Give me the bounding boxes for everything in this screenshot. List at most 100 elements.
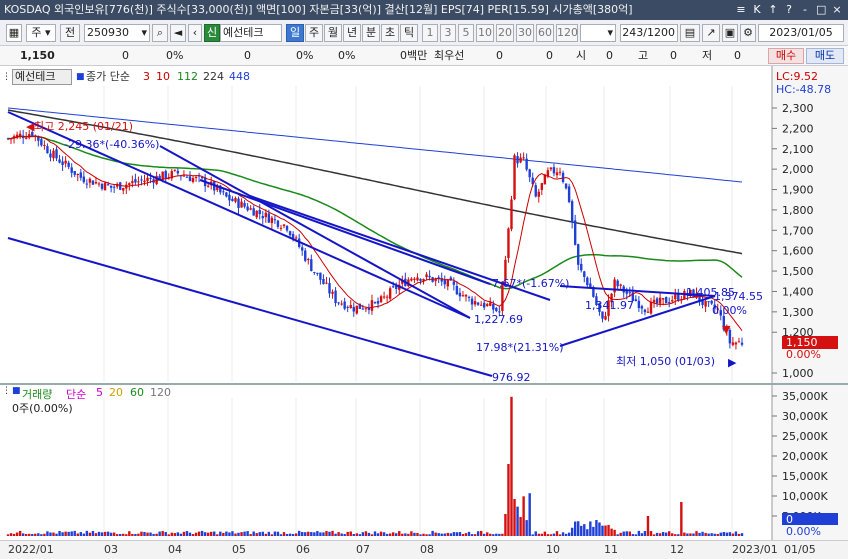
candle-body [307, 259, 310, 261]
volume-bar [252, 531, 255, 536]
volume-bar [498, 533, 501, 536]
candle-body [85, 183, 89, 185]
volume-bar [628, 531, 631, 536]
volume-bar [549, 534, 553, 536]
candle-body [376, 301, 380, 304]
candle-body [49, 153, 52, 158]
volume-bar [185, 531, 189, 536]
volume-bar [446, 532, 449, 536]
volume-bar [261, 531, 264, 536]
volume-bar [370, 534, 374, 536]
price-tick-label: 1,500 [782, 265, 814, 278]
volume-bar [188, 532, 192, 536]
candle-body [316, 272, 319, 274]
volume-bar [264, 533, 268, 536]
volume-bar [489, 533, 492, 536]
volume-bar [674, 534, 677, 536]
volume-bar [355, 533, 359, 536]
candle-body [634, 299, 638, 302]
candle-body [43, 145, 46, 147]
volume-bar [728, 532, 732, 536]
candle-body [325, 282, 328, 284]
candle-body [94, 182, 98, 184]
volume-bar [740, 533, 744, 536]
volume-bar [109, 532, 113, 536]
candle-body [567, 186, 571, 203]
candle-body [410, 278, 413, 281]
volume-bar [21, 533, 25, 536]
candle-body [143, 180, 146, 182]
volume-bar [216, 534, 219, 536]
candle-body [446, 279, 449, 287]
value-annotation-976: 976.92 [492, 371, 531, 384]
candle-body [704, 301, 707, 307]
volume-bar [243, 531, 246, 536]
volume-bar [176, 532, 180, 536]
volume-bar [449, 533, 453, 536]
candle-body [467, 296, 471, 298]
volume-bar [437, 533, 440, 536]
volume-bar [52, 532, 55, 536]
volume-bar [191, 534, 195, 536]
candle-body [601, 311, 604, 319]
candle-body [513, 155, 516, 200]
volume-bar [719, 532, 722, 536]
candle-body [82, 176, 86, 183]
down-arrow-icon: ▼ [722, 323, 731, 336]
candle-body [61, 161, 64, 165]
volume-bar [94, 533, 98, 536]
price-tick-label: 1,900 [782, 184, 814, 197]
volume-bar [583, 524, 586, 536]
volume-bar [701, 531, 704, 536]
volume-bar [316, 531, 319, 536]
volume-ma5: 5 [96, 386, 103, 399]
volume-bar [70, 531, 73, 536]
volume-bar [510, 396, 513, 536]
candle-body [100, 184, 104, 189]
volume-bar [586, 529, 589, 536]
price-tick-label: 1,700 [782, 224, 814, 237]
volume-bar [203, 532, 207, 536]
candle-body [109, 185, 113, 188]
volume-bar [200, 530, 204, 536]
volume-bar [525, 520, 528, 536]
price-tick-label: 1,000 [782, 367, 814, 380]
candle-body [64, 160, 67, 164]
volume-bar [616, 534, 619, 536]
volume-bar [297, 530, 301, 536]
volume-bar [634, 534, 638, 536]
candle-body [304, 250, 307, 261]
candle-body [58, 159, 61, 163]
candle-body [285, 225, 289, 231]
volume-bar [664, 532, 668, 536]
candle-body [128, 183, 131, 186]
volume-tick-label: 10,000K [782, 490, 828, 503]
volume-bar [513, 498, 516, 536]
volume-bar [631, 534, 635, 536]
candle-body [628, 292, 631, 294]
menu-icon[interactable]: ⋮ [2, 386, 11, 396]
volume-bar [425, 534, 428, 536]
candle-body [561, 172, 565, 183]
volume-bar [46, 531, 49, 536]
volume-bar [319, 532, 322, 536]
volume-bar [112, 532, 116, 536]
volume-bar [24, 534, 28, 536]
volume-bar [322, 532, 325, 536]
candle-body [655, 298, 659, 304]
candle-body [249, 208, 252, 210]
volume-bar [458, 532, 462, 536]
volume-bar [149, 532, 152, 536]
volume-bar [552, 533, 556, 536]
volume-bar [103, 531, 107, 536]
candle-body [28, 134, 31, 138]
candle-body [279, 227, 283, 229]
candle-body [18, 133, 22, 137]
volume-bar [516, 506, 519, 536]
candle-body [91, 180, 95, 185]
candle-body [231, 198, 234, 202]
date-tick: 06 [296, 543, 310, 556]
chart-canvas[interactable]: 2,300 2,200 2,100 2,000 1,900 1,800 1,700 1,600… [0, 0, 848, 540]
volume-ma120: 120 [150, 386, 171, 399]
price-tick-label: 2,200 [782, 122, 814, 135]
